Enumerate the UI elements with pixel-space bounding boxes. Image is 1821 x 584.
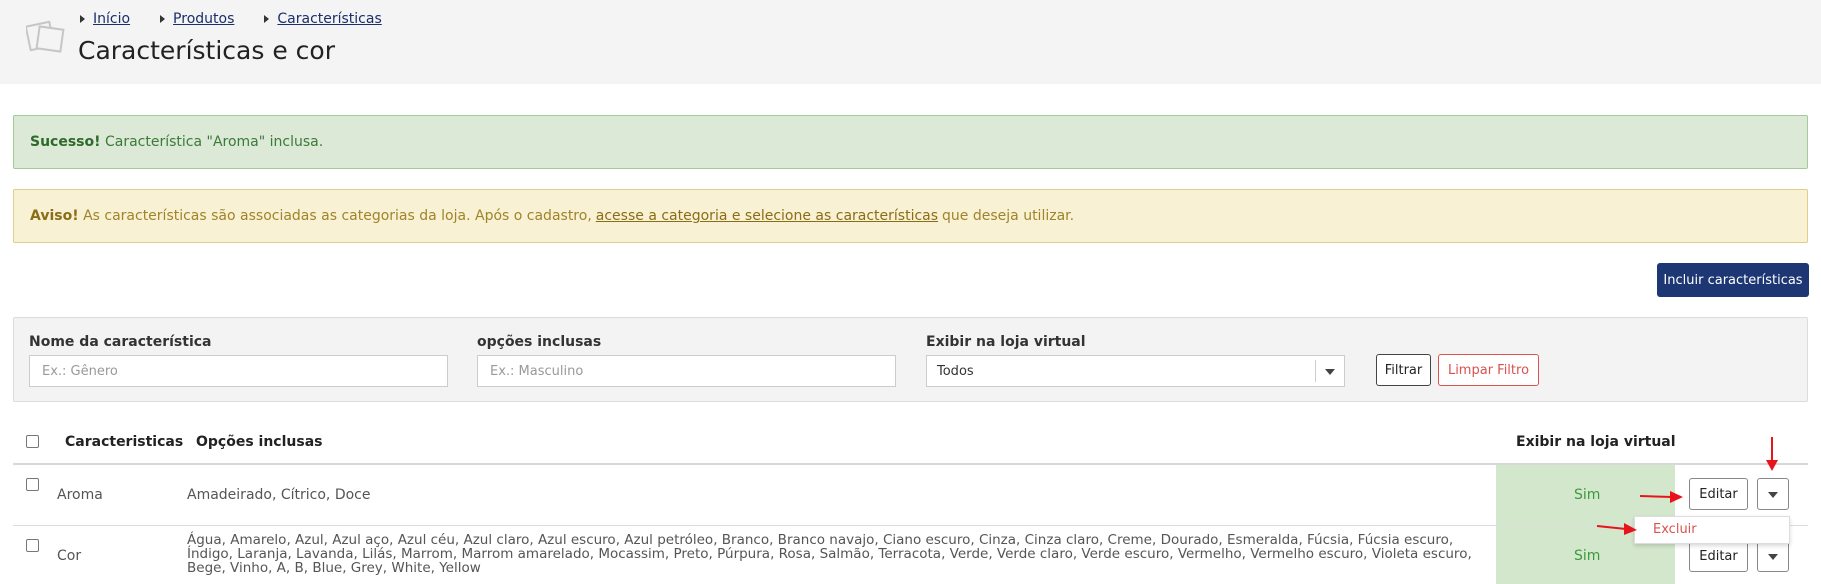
breadcrumb: Início Produtos Características: [80, 11, 412, 27]
caret-right-icon: [80, 15, 85, 23]
edit-button[interactable]: Editar: [1689, 540, 1748, 572]
breadcrumb-link-inicio[interactable]: Início: [93, 11, 130, 27]
options-filter-label: opções inclusas: [477, 334, 602, 350]
caret-right-icon: [264, 15, 270, 23]
breadcrumb-item-caracteristicas: Características: [264, 11, 382, 27]
breadcrumb-item-produtos: Produtos: [160, 11, 234, 27]
breadcrumb-item-inicio: Início: [80, 11, 130, 27]
name-filter-label: Nome da característica: [29, 334, 212, 350]
row-options: Amadeirado, Cítrico, Doce: [187, 487, 371, 503]
product-logo-icon: [26, 20, 65, 53]
options-filter-input[interactable]: Ex.: Masculino: [477, 355, 896, 387]
delete-menu-item[interactable]: Excluir: [1653, 522, 1697, 537]
chevron-down-icon: [1768, 554, 1778, 560]
row-checkbox[interactable]: [26, 539, 39, 552]
breadcrumb-link-produtos[interactable]: Produtos: [173, 11, 234, 27]
row-options: Água, Amarelo, Azul, Azul aço, Azul céu,…: [187, 532, 1472, 576]
success-alert: Sucesso! Característica "Aroma" inclusa.: [13, 115, 1808, 169]
success-alert-text: Característica "Aroma" inclusa.: [104, 134, 324, 150]
show-filter-select[interactable]: Todos: [926, 355, 1345, 387]
chevron-down-icon: [1325, 369, 1335, 375]
page-header: Início Produtos Características Caracter…: [0, 0, 1821, 84]
row-name: Aroma: [57, 487, 103, 503]
warning-alert-label: Aviso!: [30, 208, 79, 224]
filter-button[interactable]: Filtrar: [1376, 354, 1431, 386]
category-link[interactable]: acesse a categoria e selecione as caract…: [596, 208, 938, 224]
show-filter-label: Exibir na loja virtual: [926, 334, 1086, 350]
row-actions-dropdown-button[interactable]: [1757, 540, 1789, 572]
show-filter-value: Todos: [937, 363, 974, 379]
add-characteristic-button[interactable]: Incluir características: [1657, 263, 1809, 297]
clear-filter-button[interactable]: Limpar Filtro: [1438, 354, 1539, 386]
row-actions-dropdown-button[interactable]: [1757, 478, 1789, 510]
success-alert-label: Sucesso!: [30, 134, 101, 150]
row-show-status: Sim: [1574, 487, 1601, 503]
column-header-characteristics: Caracteristicas: [65, 434, 184, 450]
row-actions-menu: Excluir: [1634, 516, 1790, 544]
column-header-show: Exibir na loja virtual: [1516, 434, 1676, 450]
edit-button[interactable]: Editar: [1689, 478, 1748, 510]
annotation-arrow-icon: [1766, 437, 1778, 471]
breadcrumb-link-caracteristicas[interactable]: Características: [277, 11, 381, 27]
caret-right-icon: [160, 15, 166, 23]
chevron-down-icon: [1768, 492, 1778, 498]
filter-panel: Nome da característica Ex.: Gênero opçõe…: [13, 317, 1808, 402]
column-header-options: Opções inclusas: [196, 434, 323, 450]
warning-alert: Aviso! As características são associadas…: [13, 189, 1808, 243]
warning-alert-text: As características são associadas as cat…: [83, 208, 592, 224]
row-show-status: Sim: [1574, 548, 1601, 564]
row-checkbox[interactable]: [26, 478, 39, 491]
select-divider: [1315, 360, 1316, 382]
row-name: Cor: [57, 548, 82, 564]
select-all-checkbox[interactable]: [26, 435, 39, 448]
warning-alert-text-end: que deseja utilizar.: [942, 208, 1075, 224]
name-filter-input[interactable]: Ex.: Gênero: [29, 355, 448, 387]
page-title: Características e cor: [78, 36, 335, 65]
